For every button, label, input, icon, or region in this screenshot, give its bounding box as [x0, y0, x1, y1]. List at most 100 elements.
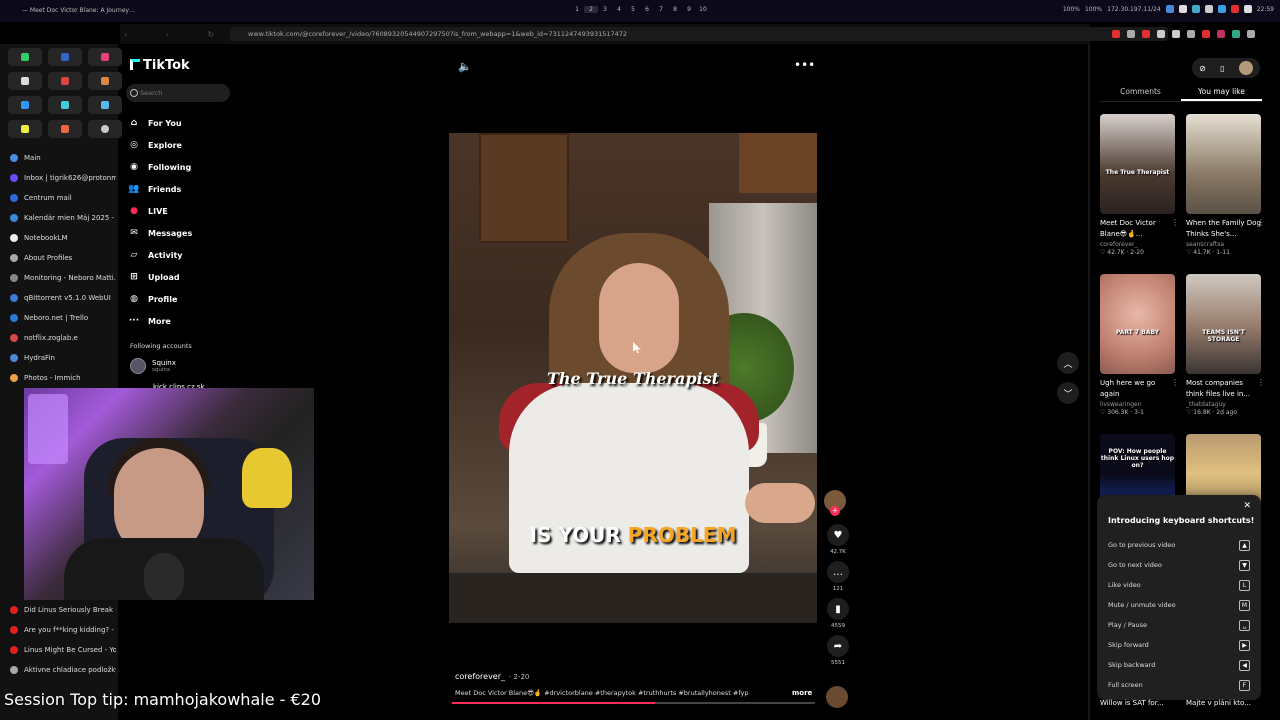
workspace-5[interactable]: 5: [626, 6, 640, 13]
address-bar[interactable]: www.tiktok.com/@coreforever_/video/76089…: [230, 27, 1168, 41]
workspace-switcher[interactable]: 1 2 3 4 5 6 7 8 9 10: [570, 6, 710, 13]
browser-tab[interactable]: Kalendár mien Máj 2025 - …: [4, 208, 116, 228]
card-title-partial[interactable]: Willow is SAT for...: [1100, 699, 1164, 707]
settings-icon[interactable]: [1243, 5, 1252, 13]
video-thumbnail[interactable]: [1186, 114, 1261, 214]
browser-tab[interactable]: qBittorrent v5.1.0 WebUI: [4, 288, 116, 308]
workspace-2[interactable]: 2: [584, 6, 598, 13]
chat-icon[interactable]: [1191, 5, 1200, 13]
nav-item-live[interactable]: ● LIVE: [128, 200, 232, 222]
extension-icon[interactable]: [1142, 30, 1150, 38]
video-progress-bar[interactable]: [452, 702, 815, 704]
browser-tab[interactable]: Monitoring - Neboro Matti…: [4, 268, 116, 288]
workspace-4[interactable]: 4: [612, 6, 626, 13]
video-card[interactable]: PART 7 BABY Ugh here we go again livsweari…: [1100, 274, 1179, 416]
nav-item-upload[interactable]: ⊞ Upload: [128, 266, 232, 288]
browser-tab[interactable]: HydraFin: [4, 348, 116, 368]
browser-tab[interactable]: Aktivne chladiace podložky…: [4, 660, 116, 680]
card-author[interactable]: seanscraftsa: [1186, 241, 1261, 248]
nav-item-for-you[interactable]: ⌂ For You: [128, 112, 232, 134]
extension-icon[interactable]: [1172, 30, 1180, 38]
card-title-partial[interactable]: Majte v pláni kto...: [1186, 699, 1251, 707]
workspace-1[interactable]: 1: [570, 6, 584, 13]
mail-icon[interactable]: [1204, 5, 1213, 13]
extension-icon[interactable]: [1217, 30, 1225, 38]
workspace-6[interactable]: 6: [640, 6, 654, 13]
follow-plus-icon[interactable]: +: [830, 506, 840, 516]
browser-tab[interactable]: About Profiles: [4, 248, 116, 268]
extension-icon[interactable]: [1127, 30, 1135, 38]
pinned-tab[interactable]: [88, 48, 122, 66]
browser-tab[interactable]: notflix.zoglab.e: [4, 328, 116, 348]
music-disc-icon[interactable]: [826, 686, 848, 708]
bookmark-icon[interactable]: ▮: [827, 598, 849, 620]
user-avatar[interactable]: [1238, 61, 1253, 75]
more-link[interactable]: more: [792, 689, 812, 697]
search-input[interactable]: Search: [126, 84, 230, 102]
browser-tab[interactable]: Inbox | tigrik626@protonm…: [4, 168, 116, 188]
video-thumbnail[interactable]: The True Therapist: [1100, 114, 1175, 214]
browser-tab[interactable]: Linus Might Be Cursed - Yo…: [4, 640, 116, 660]
nav-item-more[interactable]: ··· More: [128, 310, 232, 332]
kebab-icon[interactable]: ⋮: [1171, 218, 1179, 227]
pinned-tab[interactable]: [48, 48, 82, 66]
kebab-icon[interactable]: ⋮: [1257, 218, 1265, 227]
pinned-tab[interactable]: [48, 72, 82, 90]
card-author[interactable]: coreforever_: [1100, 241, 1175, 248]
compass-icon[interactable]: ⊘: [1199, 64, 1206, 73]
telegram-icon[interactable]: [1217, 5, 1226, 13]
workspace-7[interactable]: 7: [654, 6, 668, 13]
nav-item-following[interactable]: ◉ Following: [128, 156, 232, 178]
network-icon[interactable]: [1165, 5, 1174, 13]
bluetooth-icon[interactable]: [1178, 5, 1187, 13]
pinned-tab[interactable]: [88, 72, 122, 90]
browser-tab[interactable]: Did Linus Seriously Break F…: [4, 600, 116, 620]
workspace-9[interactable]: 9: [682, 6, 696, 13]
nav-item-activity[interactable]: ▱ Activity: [128, 244, 232, 266]
pinned-tab[interactable]: [8, 48, 42, 66]
nav-item-friends[interactable]: 👥 Friends: [128, 178, 232, 200]
tab-comments[interactable]: Comments: [1100, 84, 1181, 101]
next-video-button[interactable]: ﹀: [1057, 382, 1079, 404]
heart-icon[interactable]: ♥: [827, 524, 849, 546]
tab-you-may-like[interactable]: You may like: [1181, 84, 1262, 101]
extension-icon[interactable]: [1187, 30, 1195, 38]
pinned-tab[interactable]: [88, 96, 122, 114]
pinned-tab[interactable]: [88, 120, 122, 138]
kebab-icon[interactable]: ⋮: [1171, 378, 1179, 387]
more-options-icon[interactable]: •••: [794, 58, 815, 72]
nav-arrows-icon[interactable]: ‹ › ↻: [124, 30, 232, 39]
kebab-icon[interactable]: ⋮: [1257, 378, 1265, 387]
pinned-tab[interactable]: [48, 96, 82, 114]
browser-tab[interactable]: NotebookLM: [4, 228, 116, 248]
video-thumbnail[interactable]: PART 7 BABY: [1100, 274, 1175, 374]
video-card[interactable]: The True Therapist Meet Doc Victor Blane😎…: [1100, 114, 1179, 256]
browser-tab[interactable]: Neboro.net | Trello: [4, 308, 116, 328]
previous-video-button[interactable]: ︿: [1057, 352, 1079, 374]
comment-action[interactable]: … 121: [824, 561, 852, 592]
clock[interactable]: 22:59: [1257, 6, 1274, 13]
like-action[interactable]: ♥ 42.7K: [824, 524, 852, 555]
browser-tab[interactable]: Main: [4, 148, 116, 168]
comment-icon[interactable]: …: [827, 561, 849, 583]
pinned-tab[interactable]: [48, 120, 82, 138]
extension-icon[interactable]: [1247, 30, 1255, 38]
extension-icon[interactable]: [1232, 30, 1240, 38]
video-card[interactable]: TEAMS ISN'T STORAGE Most companies think …: [1186, 274, 1265, 416]
share-icon[interactable]: ➦: [827, 635, 849, 657]
workspace-8[interactable]: 8: [668, 6, 682, 13]
video-player[interactable]: The True Therapist IS YOUR PROBLEM: [449, 133, 817, 623]
workspace-3[interactable]: 3: [598, 6, 612, 13]
extension-icon[interactable]: [1157, 30, 1165, 38]
video-card[interactable]: When the Family Dog Thinks She's... seans…: [1186, 114, 1265, 256]
phone-icon[interactable]: ▯: [1220, 64, 1224, 73]
pinned-tab[interactable]: [8, 96, 42, 114]
pinned-tab[interactable]: [8, 72, 42, 90]
video-thumbnail[interactable]: TEAMS ISN'T STORAGE: [1186, 274, 1261, 374]
nav-item-explore[interactable]: ◎ Explore: [128, 134, 232, 156]
tiktok-logo[interactable]: TikTok: [130, 58, 190, 73]
author-avatar[interactable]: +: [824, 490, 846, 516]
volume-icon[interactable]: 🔈: [458, 60, 472, 74]
card-author[interactable]: _thatdataguy: [1186, 401, 1261, 408]
browser-tab[interactable]: Are you f**king kidding? - …: [4, 620, 116, 640]
